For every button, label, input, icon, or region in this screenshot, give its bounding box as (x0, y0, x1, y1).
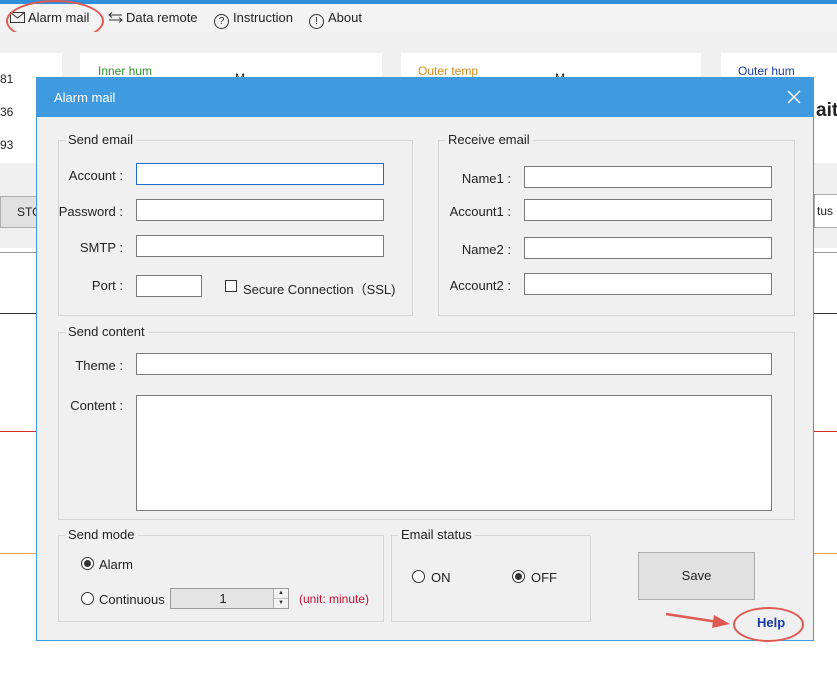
dialog-title: Alarm mail (54, 90, 116, 105)
alarm-radio[interactable] (81, 557, 94, 570)
menu-item-label: About (328, 10, 362, 25)
bg-card-title: Outer hum (738, 64, 795, 78)
smtp-input[interactable] (136, 235, 384, 257)
group-title: Send mode (65, 527, 138, 542)
menu-item-label: Instruction (233, 10, 293, 25)
annotation-arrow-icon (665, 612, 730, 628)
name2-input[interactable] (524, 237, 772, 259)
stepper-buttons: ▲ ▼ (273, 589, 288, 608)
question-icon: ? (214, 14, 229, 29)
name1-input[interactable] (524, 166, 772, 188)
interval-stepper[interactable]: 1 ▲ ▼ (170, 588, 289, 609)
info-icon: ! (309, 14, 324, 29)
port-label: Port : (91, 278, 123, 293)
swap-icon (107, 9, 123, 27)
bg-value: 93 (0, 138, 14, 152)
bg-card-title: Inner hum (98, 64, 153, 78)
menu-item-label: Data remote (126, 10, 198, 25)
theme-input[interactable] (136, 353, 772, 375)
bg-value: 81 (0, 72, 14, 86)
password-label: Password : (58, 204, 123, 219)
continuous-radio-label: Continuous (99, 592, 165, 607)
group-title: Send content (65, 324, 148, 339)
menu-item-data-remote[interactable]: Data remote (107, 9, 198, 27)
status-on-radio[interactable] (412, 570, 425, 583)
menu-item-alarm-mail[interactable]: Alarm mail (9, 9, 89, 27)
alarm-mail-dialog: Alarm mail Send email Account : Password… (36, 77, 814, 641)
account2-label: Account2 : (449, 278, 511, 293)
close-icon[interactable] (783, 86, 805, 108)
bg-value: 36 (0, 105, 14, 119)
group-title: Receive email (445, 132, 533, 147)
group-title: Email status (398, 527, 475, 542)
chevron-up-icon[interactable]: ▲ (274, 589, 288, 599)
chevron-down-icon[interactable]: ▼ (274, 599, 288, 608)
dialog-title-bar[interactable]: Alarm mail (37, 78, 813, 117)
help-link[interactable]: Help (757, 615, 785, 630)
password-input[interactable] (136, 199, 384, 221)
ssl-checkbox[interactable] (225, 280, 237, 292)
account1-label: Account1 : (449, 204, 511, 219)
content-label: Content : (70, 398, 123, 413)
continuous-radio[interactable] (81, 592, 94, 605)
content-textarea[interactable] (136, 395, 772, 511)
bg-card-title: Outer temp (418, 64, 479, 78)
menu-item-label: Alarm mail (28, 10, 90, 25)
menu-bar: Alarm mail Data remote ? Instruction ! Abo… (0, 4, 837, 33)
group-title: Send email (65, 132, 137, 147)
send-account-input[interactable] (136, 163, 384, 185)
menu-item-instruction[interactable]: ? Instruction (214, 9, 293, 29)
name2-label: Name2 : (461, 242, 511, 257)
bg-stop-button[interactable]: STO (0, 196, 41, 228)
status-on-label: ON (431, 570, 451, 585)
name1-label: Name1 : (461, 171, 511, 186)
account1-input[interactable] (524, 199, 772, 221)
ssl-label: Secure Connection（SSL) (243, 282, 396, 297)
smtp-label: SMTP : (79, 240, 123, 255)
account-label: Account : (68, 168, 123, 183)
status-off-label: OFF (531, 570, 557, 585)
bg-card-text: ait (816, 100, 837, 121)
interval-value: 1 (219, 591, 227, 606)
account2-input[interactable] (524, 273, 772, 295)
status-off-radio[interactable] (512, 570, 525, 583)
theme-label: Theme : (75, 358, 123, 373)
mail-icon (9, 9, 25, 27)
menu-item-about[interactable]: ! About (309, 9, 362, 29)
bg-status-field: tus (814, 194, 837, 228)
save-button[interactable]: Save (638, 552, 755, 600)
alarm-radio-label: Alarm (99, 557, 133, 572)
port-input[interactable] (136, 275, 202, 297)
unit-note: (unit: minute) (299, 592, 370, 606)
